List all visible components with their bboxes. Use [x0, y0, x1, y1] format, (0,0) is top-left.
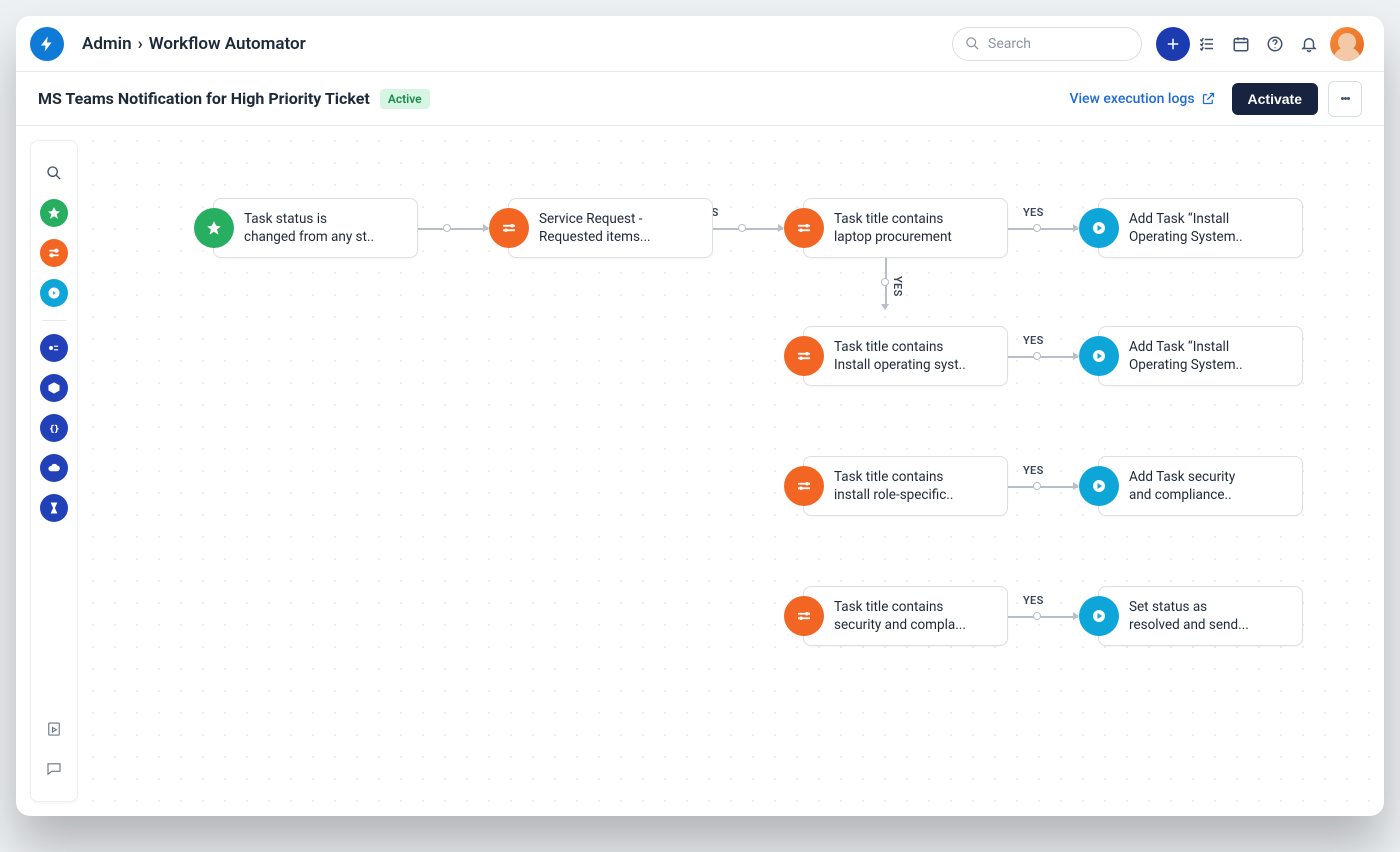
brand-logo[interactable] — [30, 27, 64, 61]
global-header: Admin › Workflow Automator Search — [16, 16, 1384, 72]
branch-yes-4a: YES — [1023, 464, 1044, 477]
action-icon — [1079, 208, 1119, 248]
breadcrumb-separator: › — [138, 34, 143, 54]
page-title: MS Teams Notification for High Priority … — [38, 89, 370, 108]
toolbox-package[interactable] — [40, 374, 68, 402]
checklist-icon — [1198, 35, 1216, 53]
node-action-3a[interactable]: Add Task “InstallOperating System.. — [1098, 326, 1303, 386]
search-icon — [965, 36, 980, 51]
page-subheader: MS Teams Notification for High Priority … — [16, 72, 1384, 126]
condition-icon — [784, 208, 824, 248]
tasks-button[interactable] — [1190, 27, 1224, 61]
svg-text:{}: {} — [49, 423, 59, 433]
condition-icon — [784, 466, 824, 506]
node-condition-4[interactable]: Task title containsinstall role-specific… — [803, 456, 1008, 516]
toolbox-trigger[interactable] — [40, 199, 68, 227]
toolbox-form[interactable] — [40, 334, 68, 362]
node-action-2a[interactable]: Add Task “InstallOperating System.. — [1098, 198, 1303, 258]
user-avatar[interactable] — [1330, 27, 1364, 61]
toolbox-templates[interactable] — [40, 715, 68, 743]
new-button[interactable] — [1156, 27, 1190, 61]
node-condition-5[interactable]: Task title containssecurity and compla..… — [803, 586, 1008, 646]
node-action-5a[interactable]: Set status asresolved and send... — [1098, 586, 1303, 646]
condition-icon — [784, 596, 824, 636]
branch-yes-down: YES — [891, 276, 904, 297]
activate-button[interactable]: Activate — [1232, 83, 1318, 115]
global-search[interactable]: Search — [952, 27, 1142, 61]
toolbox-condition[interactable] — [40, 239, 68, 267]
breadcrumb[interactable]: Admin › Workflow Automator — [82, 34, 306, 54]
branch-yes-2a: YES — [1023, 206, 1044, 219]
workflow-canvas[interactable]: YES YES YES YES YES YES — [78, 126, 1384, 816]
more-actions-button[interactable] — [1328, 81, 1362, 117]
view-logs-link[interactable]: View execution logs — [1069, 91, 1215, 107]
action-icon — [1079, 596, 1119, 636]
trigger-icon — [194, 208, 234, 248]
workspace: {} YES — [16, 126, 1384, 816]
condition-icon — [489, 208, 529, 248]
node-action-4a[interactable]: Add Task securityand compliance.. — [1098, 456, 1303, 516]
node-cond1-text: Service Request -Requested items... — [539, 210, 651, 246]
toolbox-chat[interactable] — [40, 755, 68, 783]
condition-icon — [784, 336, 824, 376]
node-action4a-text: Add Task securityand compliance.. — [1129, 468, 1235, 504]
toolbox-cloud[interactable] — [40, 454, 68, 482]
toolbox-timer[interactable] — [40, 494, 68, 522]
breadcrumb-root[interactable]: Admin — [82, 34, 132, 54]
node-cond2-text: Task title containslaptop procurement — [834, 210, 952, 246]
search-placeholder: Search — [988, 36, 1031, 52]
help-icon — [1266, 35, 1284, 53]
calendar-button[interactable] — [1224, 27, 1258, 61]
toolbox-action[interactable] — [40, 279, 68, 307]
node-trigger-text: Task status ischanged from any st.. — [244, 210, 374, 246]
node-condition-2[interactable]: Task title containslaptop procurement — [803, 198, 1008, 258]
status-badge: Active — [380, 89, 430, 109]
help-button[interactable] — [1258, 27, 1292, 61]
node-cond4-text: Task title containsinstall role-specific… — [834, 468, 953, 504]
action-icon — [1079, 336, 1119, 376]
node-cond5-text: Task title containssecurity and compla..… — [834, 598, 966, 634]
node-condition-1[interactable]: Service Request -Requested items... — [508, 198, 713, 258]
external-link-icon — [1201, 91, 1216, 106]
breadcrumb-page[interactable]: Workflow Automator — [149, 34, 306, 54]
node-condition-3[interactable]: Task title containsInstall operating sys… — [803, 326, 1008, 386]
action-icon — [1079, 466, 1119, 506]
notifications-button[interactable] — [1292, 27, 1326, 61]
node-action5a-text: Set status asresolved and send... — [1129, 598, 1249, 634]
node-cond3-text: Task title containsInstall operating sys… — [834, 338, 966, 374]
node-action2a-text: Add Task “InstallOperating System.. — [1129, 210, 1243, 246]
app-window: Admin › Workflow Automator Search MS Tea… — [16, 16, 1384, 816]
bell-icon — [1300, 35, 1318, 53]
toolbox-search[interactable] — [40, 159, 68, 187]
plus-icon — [1164, 35, 1182, 53]
toolbox-webhook[interactable]: {} — [40, 414, 68, 442]
calendar-icon — [1232, 35, 1250, 53]
branch-yes-5a: YES — [1023, 594, 1044, 607]
node-toolbox: {} — [30, 140, 78, 802]
branch-yes-3a: YES — [1023, 334, 1044, 347]
node-action3a-text: Add Task “InstallOperating System.. — [1129, 338, 1243, 374]
view-logs-label: View execution logs — [1069, 91, 1194, 107]
node-trigger[interactable]: Task status ischanged from any st.. — [213, 198, 418, 258]
